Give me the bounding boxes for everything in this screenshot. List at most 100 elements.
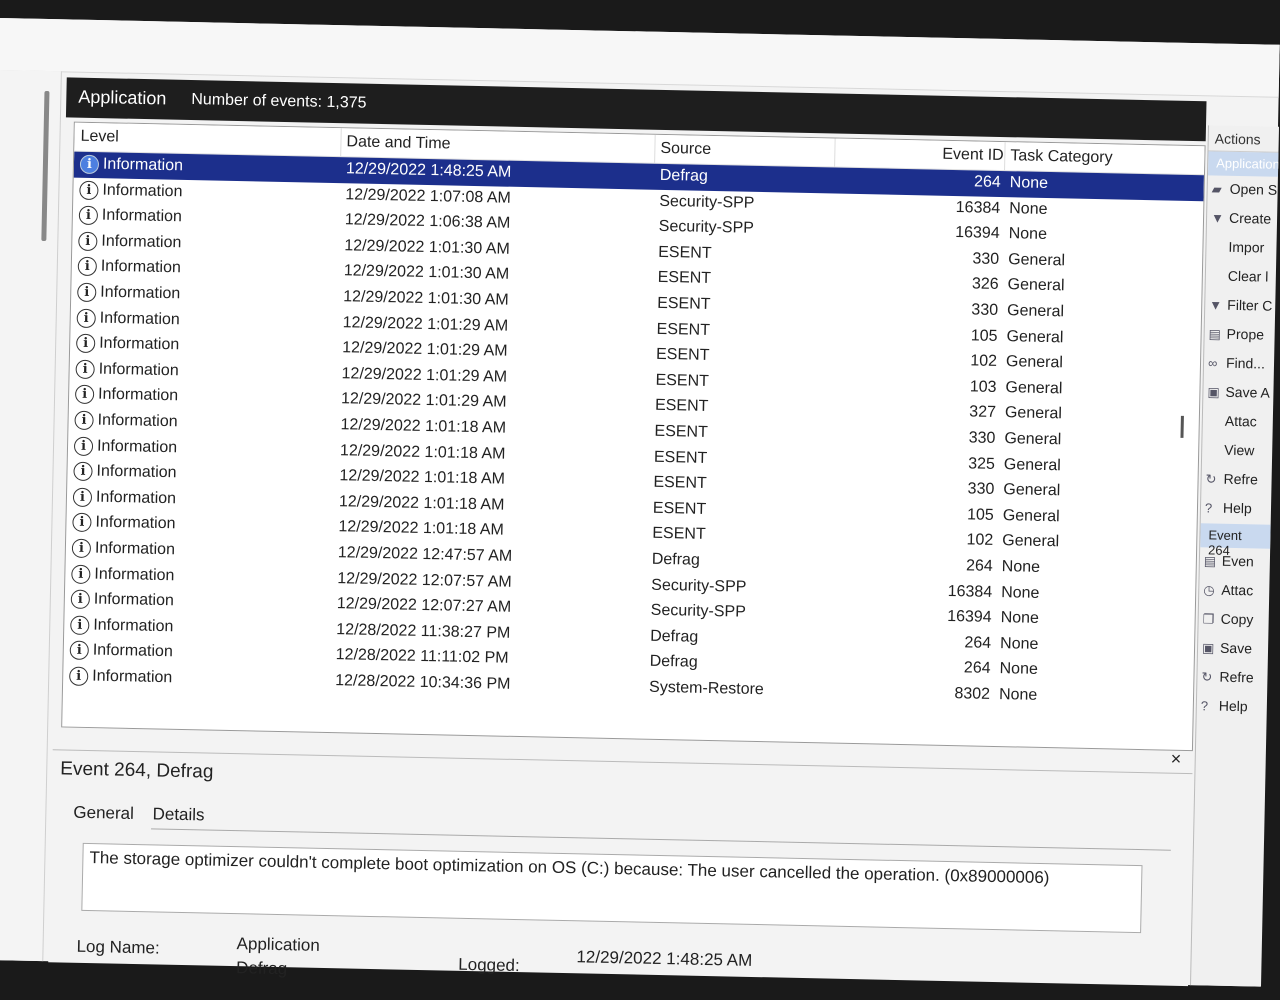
event-detail-title: Event 264, Defrag	[60, 758, 214, 783]
actions-section-application[interactable]: Application	[1208, 151, 1278, 176]
action-item[interactable]: ❐Copy	[1198, 605, 1269, 635]
action-item[interactable]: ▰Open S	[1207, 175, 1278, 205]
source-cell: Defrag	[660, 167, 708, 186]
task-category-cell: General	[1007, 302, 1064, 321]
information-icon: i	[78, 231, 97, 250]
action-item[interactable]: ◷Attac	[1199, 576, 1270, 606]
information-icon: i	[79, 206, 98, 225]
action-item[interactable]: Impor	[1206, 233, 1277, 263]
action-label: Refre	[1219, 669, 1254, 686]
information-icon: i	[77, 283, 96, 302]
information-icon: i	[75, 385, 94, 404]
action-item[interactable]: Clear l	[1206, 262, 1277, 292]
datetime-cell: 12/29/2022 1:01:30 AM	[344, 263, 510, 284]
action-label: Copy	[1221, 611, 1254, 628]
datetime-cell: 12/29/2022 12:07:57 AM	[337, 570, 512, 592]
information-icon: i	[72, 513, 91, 532]
event-id-cell: 330	[922, 480, 994, 500]
task-category-cell: None	[999, 660, 1038, 679]
action-item[interactable]: ▣Save	[1198, 634, 1269, 664]
action-item[interactable]: ?Help	[1201, 494, 1272, 524]
level-text: Information	[96, 488, 176, 507]
datetime-cell: 12/29/2022 1:01:29 AM	[343, 314, 509, 335]
level-text: Information	[97, 412, 177, 431]
column-header-datetime[interactable]: Date and Time	[346, 133, 450, 153]
action-item[interactable]: ∞Find...	[1204, 349, 1275, 379]
log-title: Application	[78, 87, 166, 110]
filter-icon: ▼	[1209, 297, 1227, 312]
information-icon: i	[75, 359, 94, 378]
event-id-cell: 330	[927, 249, 999, 269]
level-cell: iInformation	[78, 231, 181, 252]
event-properties-icon: ▤	[1204, 553, 1222, 569]
column-divider[interactable]	[340, 128, 342, 156]
column-header-level[interactable]: Level	[80, 128, 119, 147]
task-category-cell: General	[1006, 353, 1063, 372]
event-id-cell: 105	[925, 326, 997, 346]
level-text: Information	[98, 360, 178, 379]
help-icon: ?	[1205, 500, 1223, 515]
event-id-cell: 330	[926, 300, 998, 320]
event-id-cell: 327	[924, 403, 996, 423]
tab-general[interactable]: General	[73, 803, 134, 823]
tab-details[interactable]: Details	[152, 804, 204, 824]
action-item[interactable]: ↻Refre	[1201, 465, 1272, 495]
tree-scrollbar[interactable]	[41, 91, 49, 241]
table-scrollbar-thumb[interactable]	[1180, 416, 1183, 438]
table-body: iInformation12/29/2022 1:48:25 AMDefrag2…	[63, 152, 1204, 713]
action-label: Attac	[1221, 582, 1253, 599]
datetime-cell: 12/29/2022 1:06:38 AM	[345, 211, 511, 232]
save-icon: ▣	[1207, 384, 1225, 400]
column-divider[interactable]	[1004, 142, 1006, 170]
close-detail-button[interactable]: ×	[1171, 749, 1182, 770]
level-text: Information	[95, 540, 175, 559]
event-id-cell: 16394	[919, 607, 991, 627]
action-item[interactable]: ▤Prope	[1204, 320, 1275, 350]
action-item[interactable]: ↻Refre	[1197, 663, 1268, 693]
information-icon: i	[70, 641, 89, 660]
datetime-cell: 12/29/2022 12:47:57 AM	[338, 544, 513, 566]
datetime-cell: 12/29/2022 1:01:18 AM	[339, 467, 505, 488]
action-item[interactable]: ▣Save A	[1203, 378, 1274, 408]
source-cell: ESENT	[654, 423, 708, 442]
source-cell: ESENT	[654, 448, 708, 467]
source-cell: Security-SPP	[651, 602, 746, 622]
action-item[interactable]: View	[1202, 436, 1273, 466]
information-icon: i	[72, 539, 91, 558]
actions-list-application: ▰Open S▼CreateImporClear l▼Filter C▤Prop…	[1201, 175, 1278, 524]
column-header-event-id[interactable]: Event ID	[942, 146, 1004, 165]
source-cell: System-Restore	[649, 679, 764, 699]
datetime-cell: 12/29/2022 12:07:27 AM	[337, 595, 512, 617]
event-description[interactable]: The storage optimizer couldn't complete …	[81, 843, 1142, 933]
level-cell: iInformation	[71, 564, 174, 585]
task-category-cell: None	[1001, 584, 1040, 603]
action-label: Refre	[1223, 471, 1258, 488]
column-header-task-category[interactable]: Task Category	[1010, 147, 1113, 167]
logged-value: 12/29/2022 1:48:25 AM	[576, 947, 752, 971]
level-text: Information	[93, 642, 173, 661]
column-divider[interactable]	[834, 139, 836, 167]
task-category-cell: General	[1003, 507, 1060, 526]
actions-section-event[interactable]: Event 264	[1200, 523, 1270, 548]
action-item[interactable]: Attac	[1203, 407, 1274, 437]
action-item[interactable]: ▼Filter C	[1205, 291, 1276, 321]
action-item[interactable]: ?Help	[1197, 692, 1268, 722]
level-cell: iInformation	[74, 411, 177, 432]
action-label: Prope	[1226, 326, 1264, 343]
level-text: Information	[95, 514, 175, 533]
action-item[interactable]: ▤Even	[1200, 547, 1271, 577]
task-category-cell: General	[1004, 456, 1061, 475]
action-item[interactable]: ▼Create	[1207, 204, 1278, 234]
copy-icon: ❐	[1203, 611, 1221, 627]
level-text: Information	[92, 667, 172, 686]
event-id-cell: 8302	[918, 684, 990, 704]
action-label: Filter C	[1227, 297, 1272, 314]
event-viewer-window: Application Number of events: 1,375 Leve…	[0, 18, 1280, 987]
column-divider[interactable]	[654, 135, 656, 163]
action-label: Save	[1220, 640, 1252, 657]
task-category-cell: None	[1009, 200, 1048, 219]
task-category-cell: General	[1008, 251, 1065, 270]
level-text: Information	[100, 309, 180, 328]
save-icon: ▣	[1202, 640, 1220, 656]
column-header-source[interactable]: Source	[660, 140, 711, 159]
